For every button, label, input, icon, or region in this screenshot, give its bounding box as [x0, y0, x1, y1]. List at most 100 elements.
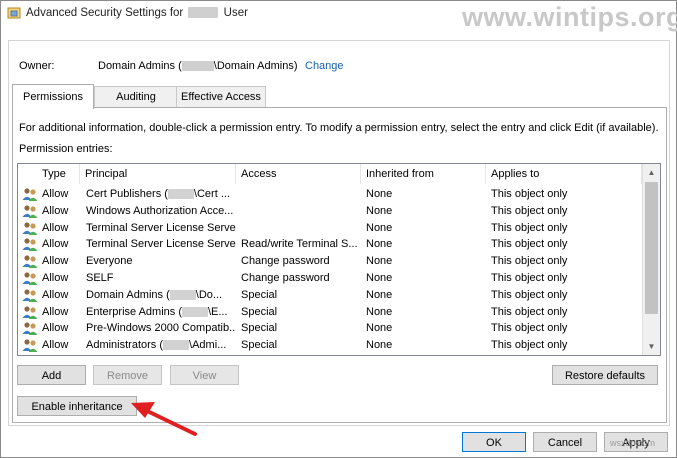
table-row[interactable]: Allow Cert Publishers (\Cert ... None This … [18, 186, 642, 203]
scrollbar-thumb[interactable] [645, 182, 658, 314]
cell-type: Allow [42, 339, 69, 352]
cell-applies-to: This object only [491, 255, 568, 268]
security-shield-icon [7, 7, 21, 19]
table-row[interactable]: Allow Terminal Server License Serve... Non… [18, 220, 642, 237]
enable-inheritance-button[interactable]: Enable inheritance [17, 396, 137, 416]
window-title: Advanced Security Settings for User [26, 7, 248, 19]
user-group-icon [22, 205, 38, 218]
cell-applies-to: This object only [491, 221, 568, 234]
cell-inherited-from: None [366, 204, 393, 217]
user-group-icon [22, 339, 38, 353]
cell-principal: Terminal Server License Serve... [86, 221, 236, 234]
cell-inherited-from: None [366, 238, 393, 251]
cell-inherited-from: None [366, 322, 393, 335]
scroll-up-icon[interactable]: ▲ [643, 164, 660, 181]
cell-access: Change password [241, 272, 330, 284]
table-row[interactable]: Allow Administrators (\Admi... Special None… [18, 337, 642, 354]
column-header-inherited-from[interactable]: Inherited from [361, 164, 486, 184]
column-header-principal[interactable]: Principal [80, 164, 236, 184]
cell-access [241, 203, 359, 220]
table-row[interactable]: Allow SELF Change password None This object … [18, 270, 642, 287]
cell-type: Allow [42, 288, 69, 301]
tab-effective-access[interactable]: Effective Access [176, 86, 266, 107]
user-group-icon [22, 305, 38, 319]
cancel-button[interactable]: Cancel [533, 432, 597, 452]
scroll-down-icon[interactable]: ▼ [643, 338, 660, 355]
ok-button[interactable]: OK [462, 432, 526, 452]
remove-button[interactable]: Remove [93, 365, 162, 385]
footer-watermark: wsxdn.com [610, 438, 656, 448]
user-group-icon [22, 221, 38, 235]
cell-access: Special [241, 288, 278, 301]
restore-defaults-button[interactable]: Restore defaults [552, 365, 658, 385]
cell-applies-to: This object only [491, 188, 568, 200]
tab-permissions[interactable]: Permissions [12, 84, 94, 109]
cell-access: Read/write Terminal S... [241, 238, 358, 251]
user-group-icon [22, 255, 38, 269]
column-header-applies-to[interactable]: Applies to [486, 164, 642, 184]
redacted-domain [169, 289, 196, 300]
table-row[interactable]: Allow Windows Authorization Acce... None Th… [18, 203, 642, 220]
cell-principal: Everyone [86, 255, 133, 268]
tab-auditing[interactable]: Auditing [94, 86, 178, 107]
permission-entries-label: Permission entries: [19, 143, 113, 155]
user-group-icon [22, 188, 38, 201]
cell-applies-to: This object only [491, 288, 568, 301]
cell-access: Change password [241, 255, 330, 268]
view-button[interactable]: View [170, 365, 239, 385]
redacted-domain [181, 61, 214, 72]
cell-inherited-from: None [366, 255, 393, 268]
permission-entries-list[interactable]: Type Principal Access Inherited from App… [17, 163, 661, 356]
change-owner-link[interactable]: Change [305, 60, 344, 72]
cell-applies-to: This object only [491, 322, 568, 335]
column-header-access[interactable]: Access [236, 164, 361, 184]
cell-type: Allow [42, 322, 69, 335]
cell-inherited-from: None [366, 272, 393, 284]
cell-applies-to: This object only [491, 305, 568, 318]
user-group-icon [22, 238, 38, 252]
cell-access [241, 186, 359, 203]
cell-principal: Pre-Windows 2000 Compatib... [86, 322, 236, 335]
user-group-icon [22, 322, 38, 336]
cell-inherited-from: None [366, 339, 393, 352]
cell-applies-to: This object only [491, 272, 568, 284]
redacted-domain [167, 189, 194, 200]
table-row[interactable]: Allow Domain Admins (\Do... Special None Thi… [18, 287, 642, 304]
add-button[interactable]: Add [17, 365, 86, 385]
user-group-icon [22, 272, 38, 285]
cell-access: Special [241, 322, 278, 335]
owner-value: Domain Admins (\Domain Admins) [98, 60, 298, 72]
cell-principal: Terminal Server License Serve... [86, 238, 236, 251]
cell-type: Allow [42, 305, 69, 318]
cell-applies-to: This object only [491, 204, 568, 217]
red-arrow-icon [131, 402, 197, 436]
watermark: www.wintips.org [462, 2, 677, 32]
cell-principal: Enterprise Admins (\E... [86, 305, 228, 318]
vertical-scrollbar[interactable]: ▲ ▼ [642, 164, 660, 355]
cell-inherited-from: None [366, 305, 393, 318]
table-row[interactable]: Allow Enterprise Admins (\E... Special None… [18, 304, 642, 321]
cell-applies-to: This object only [491, 339, 568, 352]
owner-label: Owner: [19, 60, 55, 72]
cell-type: Allow [42, 204, 69, 217]
info-text: For additional information, double-click… [19, 122, 659, 134]
column-header-type[interactable]: Type [37, 164, 80, 184]
cell-type: Allow [42, 255, 69, 268]
cell-inherited-from: None [366, 221, 393, 234]
cell-inherited-from: None [366, 188, 393, 200]
table-row[interactable]: Allow Everyone Change password None This obj… [18, 253, 642, 270]
redacted-domain [163, 340, 190, 351]
cell-inherited-from: None [366, 288, 393, 301]
cell-principal: Windows Authorization Acce... [86, 204, 234, 217]
cell-principal: Cert Publishers (\Cert ... [86, 188, 230, 200]
redacted-name [188, 7, 219, 19]
table-row[interactable]: Allow Terminal Server License Serve... Rea… [18, 236, 642, 253]
cell-principal: Administrators (\Admi... [86, 339, 227, 352]
table-row[interactable]: Allow Pre-Windows 2000 Compatib... Special… [18, 320, 642, 337]
cell-access: Special [241, 305, 278, 318]
cell-type: Allow [42, 188, 69, 200]
redacted-domain [181, 306, 208, 317]
cell-principal: Domain Admins (\Do... [86, 288, 223, 301]
cell-applies-to: This object only [491, 238, 568, 251]
cell-principal: SELF [86, 272, 114, 284]
